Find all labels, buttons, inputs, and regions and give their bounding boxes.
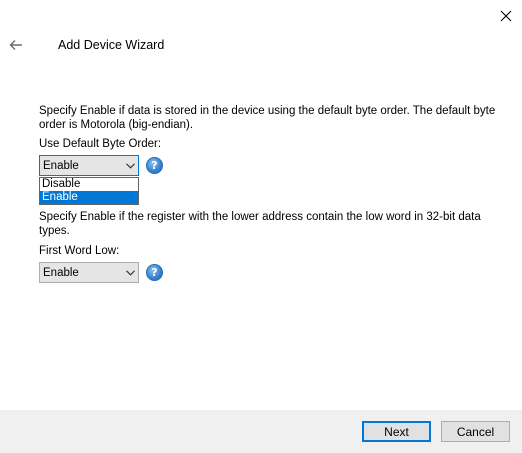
chevron-down-icon xyxy=(122,263,138,282)
word-order-value: Enable xyxy=(43,266,79,279)
word-order-help-icon[interactable]: ? xyxy=(146,264,163,281)
page-title: Add Device Wizard xyxy=(58,38,165,52)
dropdown-option-enable[interactable]: Enable xyxy=(40,191,138,204)
cancel-button[interactable]: Cancel xyxy=(441,421,510,442)
byte-order-description: Specify Enable if data is stored in the … xyxy=(39,105,496,131)
word-order-select[interactable]: Enable xyxy=(39,262,139,283)
dropdown-option-disable[interactable]: Disable xyxy=(40,178,138,191)
arrow-left-icon xyxy=(9,40,22,50)
word-order-description: Specify Enable if the register with the … xyxy=(39,211,481,237)
byte-order-dropdown-list: Disable Enable xyxy=(39,177,139,205)
next-button[interactable]: Next xyxy=(362,421,431,442)
close-icon xyxy=(500,10,512,22)
word-order-label: First Word Low: xyxy=(39,245,120,257)
byte-order-select[interactable]: Enable xyxy=(39,155,139,176)
byte-order-value: Enable xyxy=(43,159,79,172)
byte-order-label: Use Default Byte Order: xyxy=(39,138,162,150)
byte-order-help-icon[interactable]: ? xyxy=(146,157,163,174)
close-button[interactable] xyxy=(494,4,518,28)
chevron-down-icon xyxy=(122,156,138,175)
back-button[interactable] xyxy=(6,36,26,54)
